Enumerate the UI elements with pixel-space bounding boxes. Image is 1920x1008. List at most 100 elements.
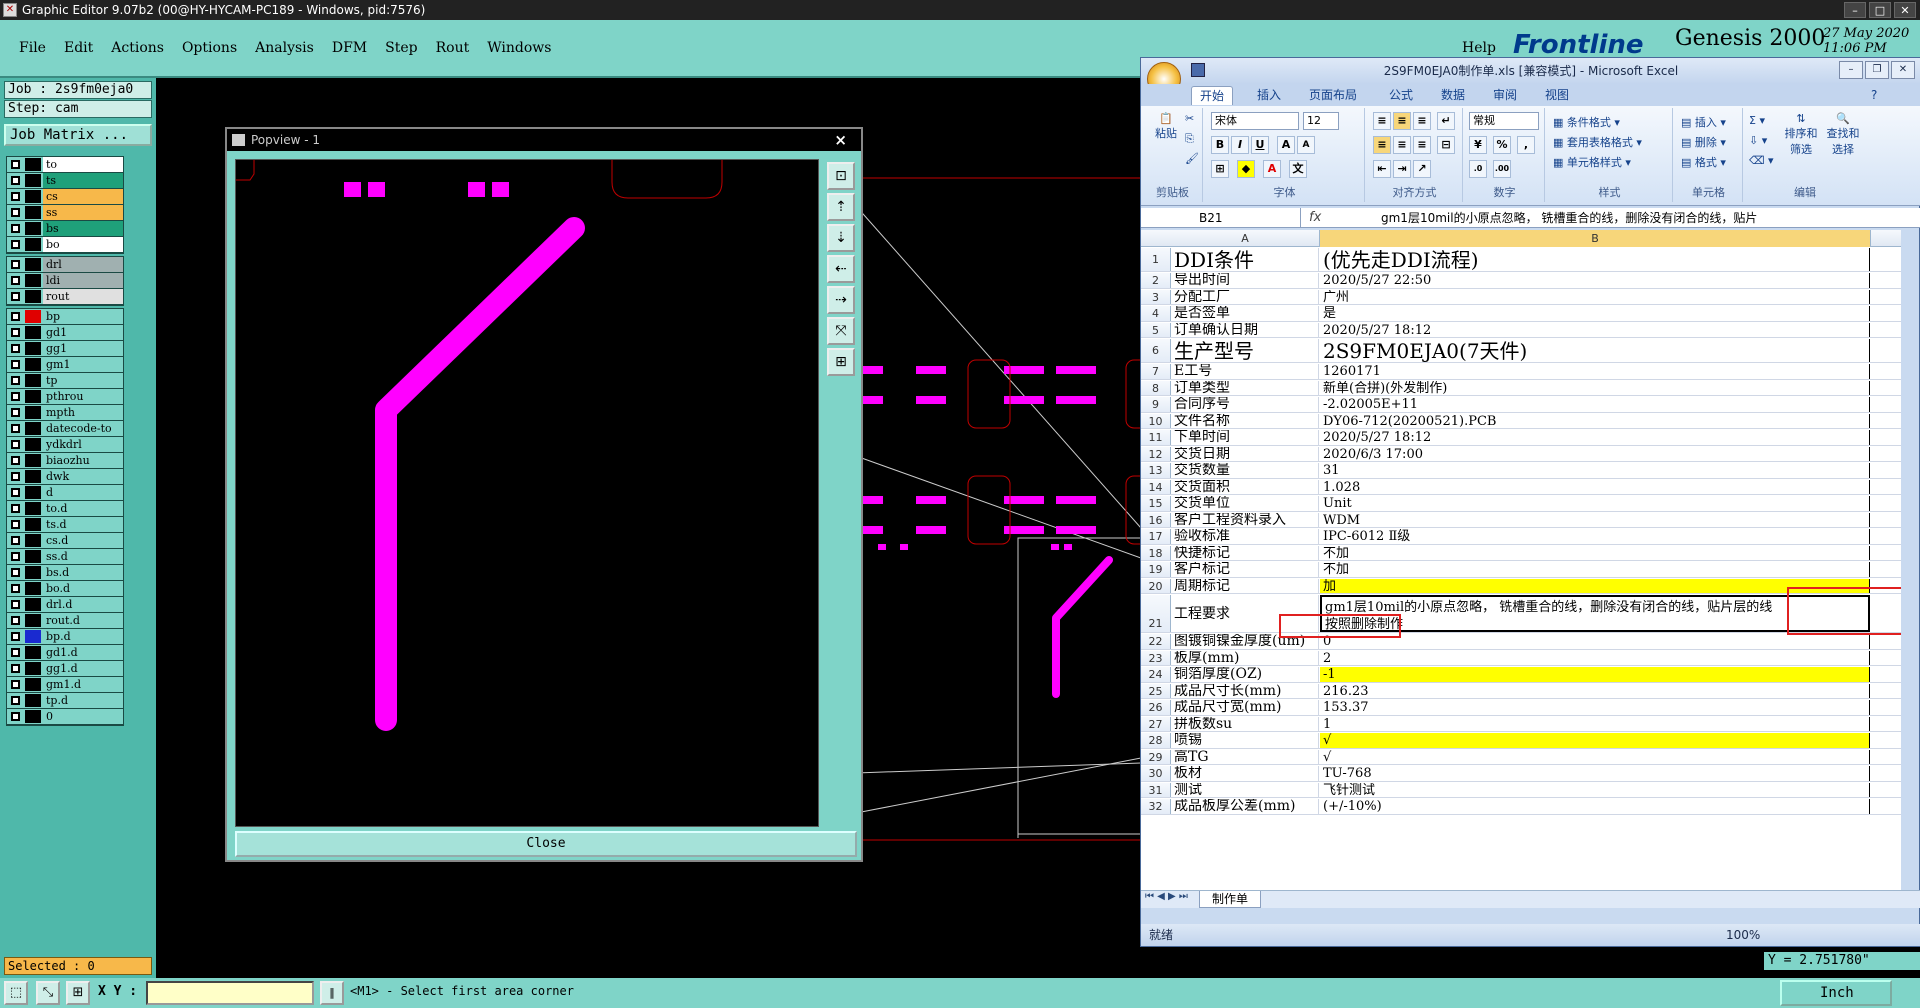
sheet-row-10[interactable]: 10 文件名称 DY06-712(20200521).PCB bbox=[1141, 413, 1901, 429]
sheet-nav-icon[interactable]: ⏮ ◀ ▶ ⏭ bbox=[1145, 891, 1188, 902]
layer-row-ts[interactable]: ts bbox=[7, 173, 123, 189]
row-number[interactable]: 20 bbox=[1141, 578, 1171, 593]
sheet-row-26[interactable]: 26 成品尺寸宽(mm) 153.37 bbox=[1141, 700, 1901, 716]
row-number[interactable]: 23 bbox=[1141, 650, 1171, 665]
menu-help[interactable]: Help bbox=[1462, 40, 1496, 56]
layer-checkbox[interactable] bbox=[11, 504, 20, 513]
layer-name[interactable]: gm1.d bbox=[43, 677, 123, 692]
cell-a[interactable]: 交货日期 bbox=[1171, 446, 1319, 461]
layer-row-ss[interactable]: ss bbox=[7, 205, 123, 221]
sheet-tab-zhizuodan[interactable]: 制作单 bbox=[1199, 891, 1262, 908]
layer-color-swatch[interactable] bbox=[25, 422, 41, 435]
cell-a[interactable]: 喷锡 bbox=[1171, 733, 1319, 748]
layer-checkbox[interactable] bbox=[11, 488, 20, 497]
sheet-row-29[interactable]: 29 高TG √ bbox=[1141, 749, 1901, 765]
layer-color-swatch[interactable] bbox=[25, 454, 41, 467]
layer-color-swatch[interactable] bbox=[25, 310, 41, 323]
tab-data[interactable]: 数据 bbox=[1433, 86, 1473, 104]
autosum-icon[interactable]: Σ ▾ bbox=[1749, 114, 1765, 127]
sheet-row-8[interactable]: 8 订单类型 新单(合拼)(外发制作) bbox=[1141, 380, 1901, 396]
layer-row-to[interactable]: to bbox=[7, 157, 123, 173]
layer-row-bs.d[interactable]: bs.d bbox=[7, 565, 123, 581]
comma-icon[interactable]: , bbox=[1517, 136, 1535, 154]
cell-a[interactable]: 交货数量 bbox=[1171, 463, 1319, 478]
layer-row-gm1.d[interactable]: gm1.d bbox=[7, 677, 123, 693]
wrap-text-icon[interactable]: ↵ bbox=[1437, 112, 1455, 130]
layer-checkbox[interactable] bbox=[11, 440, 20, 449]
layer-color-swatch[interactable] bbox=[25, 710, 41, 723]
layer-row-ts.d[interactable]: ts.d bbox=[7, 517, 123, 533]
sheet-row-12[interactable]: 12 交货日期 2020/6/3 17:00 bbox=[1141, 446, 1901, 462]
layer-row-bp[interactable]: bp bbox=[7, 309, 123, 325]
zoom-level[interactable]: 100% bbox=[1726, 924, 1760, 946]
increase-decimal-icon[interactable]: .0 bbox=[1469, 160, 1487, 178]
row-number[interactable]: 1 bbox=[1141, 248, 1171, 271]
cell-a[interactable]: 交货面积 bbox=[1171, 479, 1319, 494]
sheet-row-22[interactable]: 22 图镀铜镍金厚度(um) 0 bbox=[1141, 634, 1901, 650]
name-box[interactable]: B21 bbox=[1141, 208, 1301, 228]
format-painter-icon[interactable]: 🖌 bbox=[1185, 152, 1199, 165]
pause-icon[interactable]: ‖ bbox=[320, 981, 344, 1005]
cell-a[interactable]: 分配工厂 bbox=[1171, 289, 1319, 304]
tab-view[interactable]: 视图 bbox=[1537, 86, 1577, 104]
sheet-row-23[interactable]: 23 板厚(mm) 2 bbox=[1141, 650, 1901, 666]
layer-checkbox[interactable] bbox=[11, 424, 20, 433]
menu-actions[interactable]: Actions bbox=[102, 40, 173, 56]
column-header-a[interactable]: A bbox=[1171, 230, 1320, 247]
tab-review[interactable]: 审阅 bbox=[1485, 86, 1525, 104]
underline-button[interactable]: U bbox=[1251, 136, 1269, 154]
layer-row-pthrou[interactable]: pthrou bbox=[7, 389, 123, 405]
orientation-icon[interactable]: ↗ bbox=[1413, 160, 1431, 178]
fill-icon[interactable]: ⇩ ▾ bbox=[1749, 134, 1767, 147]
layer-name[interactable]: bs.d bbox=[43, 565, 123, 580]
paste-button[interactable]: 📋 粘贴 bbox=[1151, 112, 1181, 141]
layer-name[interactable]: tp.d bbox=[43, 693, 123, 708]
sheet-row-5[interactable]: 5 订单确认日期 2020/5/27 18:12 bbox=[1141, 322, 1901, 338]
layer-row-bo[interactable]: bo bbox=[7, 237, 123, 253]
layer-color-swatch[interactable] bbox=[25, 158, 41, 171]
layer-color-swatch[interactable] bbox=[25, 486, 41, 499]
sheet-row-25[interactable]: 25 成品尺寸长(mm) 216.23 bbox=[1141, 683, 1901, 699]
layer-checkbox[interactable] bbox=[11, 616, 20, 625]
cell-b[interactable]: IPC-6012 Ⅱ级 bbox=[1320, 529, 1870, 544]
cell-a[interactable]: 成品板厚公差(mm) bbox=[1171, 799, 1319, 814]
layer-row-gg1.d[interactable]: gg1.d bbox=[7, 661, 123, 677]
cell-b[interactable]: 2020/6/3 17:00 bbox=[1320, 446, 1870, 461]
layer-color-swatch[interactable] bbox=[25, 550, 41, 563]
cell-a[interactable]: 交货单位 bbox=[1171, 496, 1319, 511]
sort-filter-button[interactable]: ⇅ 排序和 筛选 bbox=[1781, 112, 1821, 157]
layer-name[interactable]: gd1 bbox=[43, 325, 123, 340]
layer-row-tp.d[interactable]: tp.d bbox=[7, 693, 123, 709]
format-cells-button[interactable]: ▤ 格式 ▾ bbox=[1681, 154, 1726, 170]
sheet-row-19[interactable]: 19 客户标记 不加 bbox=[1141, 562, 1901, 578]
popview-close-button[interactable]: Close bbox=[235, 831, 857, 857]
cell-a[interactable]: 成品尺寸宽(mm) bbox=[1171, 700, 1319, 715]
cell-a[interactable]: 是否签单 bbox=[1171, 306, 1319, 321]
cell-a[interactable]: 生产型号 bbox=[1171, 339, 1319, 362]
layer-checkbox[interactable] bbox=[11, 568, 20, 577]
cell-b[interactable]: -1 bbox=[1320, 667, 1870, 682]
sheet-row-17[interactable]: 17 验收标准 IPC-6012 Ⅱ级 bbox=[1141, 529, 1901, 545]
layer-checkbox[interactable] bbox=[11, 260, 20, 269]
decrease-decimal-icon[interactable]: .00 bbox=[1493, 160, 1511, 178]
excel-restore-button[interactable]: ❐ bbox=[1865, 61, 1889, 79]
cell-b[interactable]: 广州 bbox=[1320, 289, 1870, 304]
layer-checkbox[interactable] bbox=[11, 312, 20, 321]
font-name-select[interactable]: 宋体 bbox=[1211, 112, 1299, 130]
layer-checkbox[interactable] bbox=[11, 240, 20, 249]
menu-step[interactable]: Step bbox=[376, 40, 426, 56]
cell-b[interactable]: 2020/5/27 22:50 bbox=[1320, 273, 1870, 288]
cell-a[interactable]: 下单时间 bbox=[1171, 430, 1319, 445]
row-number[interactable]: 7 bbox=[1141, 364, 1171, 379]
pan-left-icon[interactable]: ⇠ bbox=[827, 255, 855, 283]
layer-checkbox[interactable] bbox=[11, 472, 20, 481]
cell-b[interactable]: 是 bbox=[1320, 306, 1870, 321]
column-header-b[interactable]: B bbox=[1320, 230, 1871, 247]
row-number[interactable]: 9 bbox=[1141, 397, 1171, 412]
layer-name[interactable]: d bbox=[43, 485, 123, 500]
cell-a[interactable]: 测试 bbox=[1171, 782, 1319, 797]
close-button[interactable]: ✕ bbox=[1894, 2, 1916, 18]
cell-a[interactable]: 周期标记 bbox=[1171, 578, 1319, 593]
italic-button[interactable]: I bbox=[1231, 136, 1249, 154]
zoom-fit-icon[interactable]: ⤧ bbox=[827, 317, 855, 345]
